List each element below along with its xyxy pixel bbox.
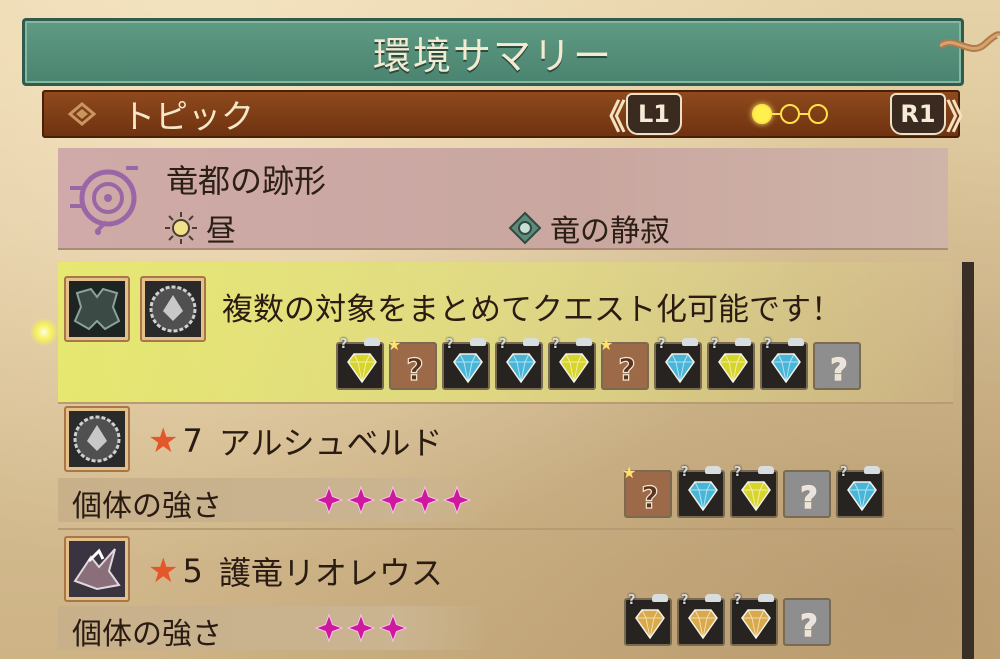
monster-name: アルシュベルド bbox=[218, 424, 443, 462]
sun-icon bbox=[165, 212, 197, 244]
scrollbar[interactable] bbox=[962, 262, 974, 659]
svg-text:?: ? bbox=[406, 353, 423, 388]
gem-yellow-icon: ? bbox=[548, 337, 596, 390]
gem-gold-icon: ? bbox=[677, 593, 725, 646]
monster-rank: 7 bbox=[182, 422, 203, 460]
strength-star-icon bbox=[314, 485, 344, 515]
location-name: 竜都の跡形 bbox=[166, 162, 327, 200]
gem-gold-icon: ? bbox=[730, 593, 778, 646]
gem-yellow-icon: ? bbox=[336, 337, 384, 390]
time-of-day-label: 昼 bbox=[206, 214, 236, 249]
gem-yellow-icon: ? bbox=[730, 465, 778, 518]
strength-band: 個体の強さ bbox=[58, 478, 488, 524]
location-emblem-icon bbox=[70, 166, 138, 235]
monster-reward-icons: ★????? bbox=[622, 463, 884, 518]
monster-portrait-lineup bbox=[64, 276, 130, 342]
monster-portrait bbox=[64, 406, 130, 472]
strength-star-icon bbox=[314, 613, 344, 643]
strength-label: 個体の強さ bbox=[72, 617, 222, 652]
unknown-item-brown-icon: ★? bbox=[387, 335, 437, 390]
strength-stars bbox=[314, 485, 472, 515]
svg-text:?: ? bbox=[800, 609, 817, 644]
gem-blue-icon: ? bbox=[495, 337, 543, 390]
strength-band: 個体の強さ bbox=[58, 606, 488, 652]
chevron-left-icon: 《 bbox=[592, 97, 626, 138]
unknown-item-gray-icon: ? bbox=[783, 470, 831, 518]
gem-blue-icon: ? bbox=[677, 465, 725, 518]
monster-group-icon bbox=[69, 281, 125, 337]
gem-blue-icon: ? bbox=[654, 337, 702, 390]
unknown-item-gray-icon: ? bbox=[783, 598, 831, 646]
selection-cursor-icon bbox=[30, 318, 58, 346]
page-title: 環境サマリー bbox=[372, 33, 613, 78]
unknown-item-brown-icon: ★? bbox=[599, 335, 649, 390]
page-indicator bbox=[752, 104, 828, 124]
page-dot-3[interactable] bbox=[808, 104, 828, 124]
unknown-item-brown-icon: ★? bbox=[622, 463, 672, 518]
strength-label: 個体の強さ bbox=[72, 489, 222, 524]
rathalos-icon bbox=[69, 541, 125, 597]
title-bar: 環境サマリー bbox=[22, 18, 964, 86]
gem-yellow-icon: ? bbox=[707, 337, 755, 390]
topic-label: トピック bbox=[122, 97, 254, 136]
topic-bar: トピック 《 L1 R1 》 bbox=[42, 90, 980, 138]
environment-state-label: 竜の静寂 bbox=[550, 214, 670, 249]
unknown-item-gray-icon: ? bbox=[813, 342, 861, 390]
monster-portrait-arkveld bbox=[140, 276, 206, 342]
monster-rank: 5 bbox=[182, 552, 203, 590]
location-panel: 竜都の跡形 昼 竜の静寂 bbox=[58, 148, 948, 250]
page-dot-2[interactable] bbox=[780, 104, 800, 124]
scrollbar-thumb[interactable] bbox=[962, 262, 974, 659]
topic-icon bbox=[67, 102, 97, 126]
monster-name: 護竜リオレウス bbox=[218, 554, 443, 592]
monster-reward-icons: ???? bbox=[624, 593, 831, 646]
gem-blue-icon: ? bbox=[442, 337, 490, 390]
environment-state: 竜の静寂 bbox=[508, 206, 670, 250]
svg-text:?: ? bbox=[830, 353, 847, 388]
strength-star-icon bbox=[410, 485, 440, 515]
gem-gold-icon: ? bbox=[624, 593, 672, 646]
rank-star-icon: ★ bbox=[148, 421, 179, 461]
row-divider bbox=[58, 402, 953, 404]
page-dot-1[interactable] bbox=[752, 104, 772, 124]
arkveld-icon bbox=[69, 411, 125, 467]
gem-blue-icon: ? bbox=[760, 337, 808, 390]
row-divider bbox=[58, 528, 953, 530]
gem-blue-icon: ? bbox=[836, 465, 884, 518]
rank-star-icon: ★ bbox=[148, 551, 179, 591]
monster-entry-1[interactable]: ★ 7 アルシュベルド bbox=[148, 418, 443, 464]
arkveld-icon bbox=[145, 281, 201, 337]
page-navigation: 《 L1 R1 》 bbox=[592, 92, 980, 138]
svg-text:?: ? bbox=[618, 353, 635, 388]
svg-text:?: ? bbox=[641, 481, 658, 516]
strength-star-icon bbox=[442, 485, 472, 515]
svg-text:?: ? bbox=[800, 481, 817, 516]
rope-ornament-icon bbox=[940, 31, 1000, 53]
next-page-button[interactable]: R1 bbox=[890, 93, 946, 135]
quest-notice-message: 複数の対象をまとめてクエスト化可能です！ bbox=[222, 292, 842, 328]
strength-star-icon bbox=[346, 613, 376, 643]
strength-star-icon bbox=[378, 485, 408, 515]
strength-star-icon bbox=[378, 613, 408, 643]
environment-state-icon bbox=[508, 211, 542, 245]
strength-stars bbox=[314, 613, 408, 643]
time-of-day: 昼 bbox=[164, 206, 236, 250]
monster-portrait bbox=[64, 536, 130, 602]
strength-star-icon bbox=[346, 485, 376, 515]
environment-summary-screen: { "header": { "title": "環境サマリー" }, "topi… bbox=[0, 0, 1000, 659]
notice-reward-icons: ? ★???? ★????? bbox=[336, 335, 861, 390]
prev-page-button[interactable]: L1 bbox=[626, 93, 682, 135]
monster-entry-2[interactable]: ★ 5 護竜リオレウス bbox=[148, 548, 443, 594]
chevron-right-icon: 》 bbox=[946, 97, 980, 138]
